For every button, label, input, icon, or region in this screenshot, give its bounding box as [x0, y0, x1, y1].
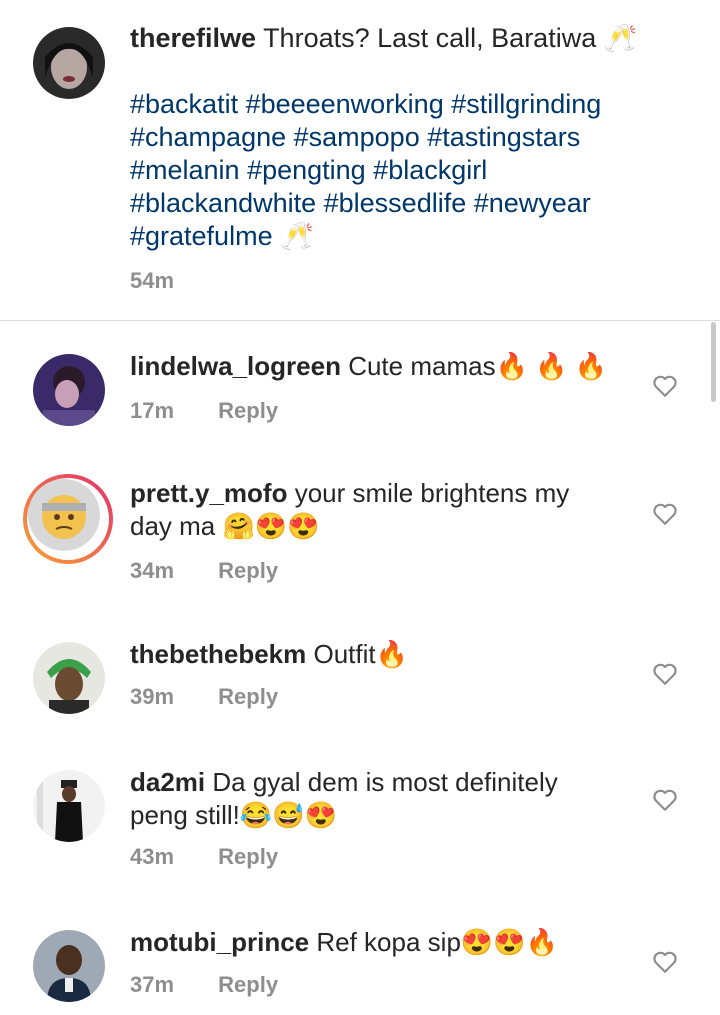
avatar[interactable]: [33, 930, 105, 1002]
comment-text: motubi_prince Ref kopa sip😍😍🔥: [130, 926, 610, 959]
comment-timestamp: 34m: [130, 558, 175, 583]
comment-timestamp: 39m: [130, 684, 175, 709]
like-heart-icon[interactable]: [652, 788, 678, 812]
reply-button[interactable]: Reply: [218, 844, 278, 869]
like-heart-icon[interactable]: [652, 662, 678, 686]
comment-text: lindelwa_logreen Cute mamas🔥 🔥 🔥: [130, 350, 610, 383]
reply-button[interactable]: Reply: [218, 684, 278, 709]
avatar[interactable]: [33, 642, 105, 714]
like-heart-icon[interactable]: [652, 374, 678, 398]
comment-text: thebethebekm Outfit🔥: [130, 638, 610, 671]
reply-button[interactable]: Reply: [218, 972, 278, 997]
comment-meta: 39m Reply: [130, 684, 278, 710]
comment-meta: 37m Reply: [130, 972, 278, 998]
avatar[interactable]: [33, 770, 105, 842]
comment-username[interactable]: prett.y_mofo: [130, 478, 287, 508]
divider: [0, 320, 720, 321]
avatar[interactable]: [23, 474, 113, 564]
comment-timestamp: 43m: [130, 844, 175, 869]
comment-meta: 34m Reply: [130, 558, 278, 584]
comment-username[interactable]: da2mi: [130, 767, 205, 797]
caption-timestamp: 54m: [130, 268, 175, 293]
like-heart-icon[interactable]: [652, 502, 678, 526]
caption-message: Throats? Last call, Baratiwa 🥂: [263, 23, 638, 53]
comment-timestamp: 37m: [130, 972, 175, 997]
caption-avatar[interactable]: [33, 27, 105, 99]
comment-username[interactable]: motubi_prince: [130, 927, 309, 957]
comment-meta: 17m Reply: [130, 398, 278, 424]
comment-message: Cute mamas🔥 🔥 🔥: [348, 351, 608, 381]
avatar[interactable]: [33, 354, 105, 426]
comment-message: Outfit🔥: [313, 639, 409, 669]
comment-message: Ref kopa sip😍😍🔥: [316, 927, 559, 957]
comment-username[interactable]: lindelwa_logreen: [130, 351, 341, 381]
caption-username[interactable]: therefilwe: [130, 23, 256, 53]
post-caption: therefilwe Throats? Last call, Baratiwa …: [0, 0, 720, 320]
reply-button[interactable]: Reply: [218, 398, 278, 423]
like-heart-icon[interactable]: [652, 950, 678, 974]
reply-button[interactable]: Reply: [218, 558, 278, 583]
comment-timestamp: 17m: [130, 398, 175, 423]
comment-text: prett.y_mofo your smile brightens my day…: [130, 477, 610, 543]
scrollbar[interactable]: [711, 322, 716, 402]
comment-username[interactable]: thebethebekm: [130, 639, 306, 669]
caption-text: therefilwe Throats? Last call, Baratiwa …: [130, 22, 670, 253]
caption-hashtags[interactable]: #backatit #beeeenworking #stillgrinding …: [130, 88, 670, 253]
comment-text: da2mi Da gyal dem is most definitely pen…: [130, 766, 610, 832]
comment-meta: 43m Reply: [130, 844, 278, 870]
